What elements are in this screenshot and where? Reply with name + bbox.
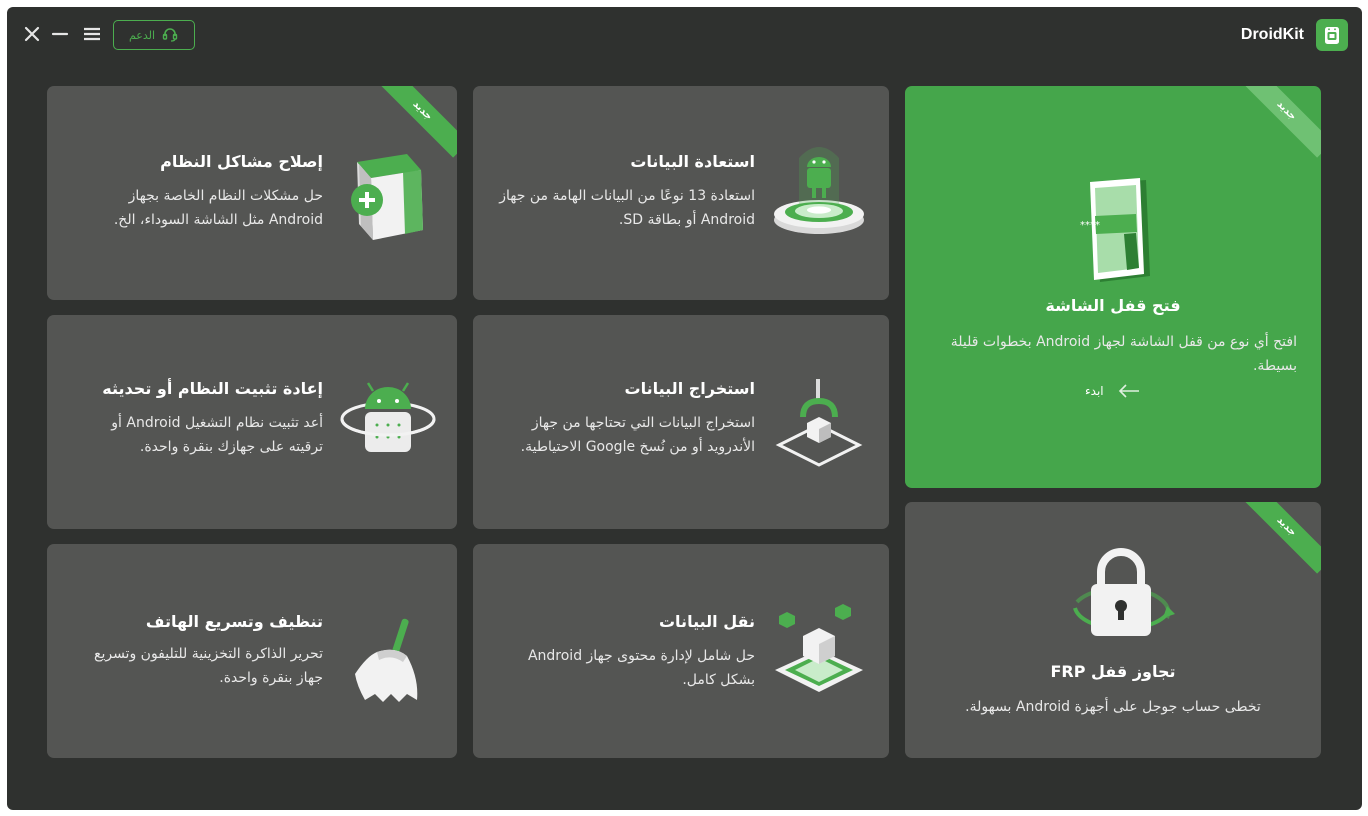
headset-icon (161, 25, 179, 46)
card-data-recovery[interactable]: استعادة البيانات استعادة 13 نوعًا من الب… (473, 86, 889, 300)
claw-extract-icon (773, 377, 867, 473)
android-recovery-icon (771, 142, 869, 246)
padlock-icon (1063, 548, 1179, 652)
app-name: DroidKit (1240, 26, 1304, 43)
card-title: فتح قفل الشاشة (1045, 296, 1181, 315)
card-data-extraction[interactable]: استخراج البيانات استخراج البيانات التي ت… (473, 315, 889, 529)
card-title: نقل البيانات (658, 612, 755, 631)
card-screen-unlock[interactable]: جديد **** فتح قفل الشاشة افتح أي نوع من … (905, 86, 1321, 488)
svg-text:****: **** (1080, 220, 1100, 231)
arrow-left-icon (1118, 384, 1139, 398)
card-system-fix[interactable]: جديد إصلاح مشاكل النظام حل مشكلات النظام… (47, 86, 457, 300)
new-badge: جديد (1239, 86, 1321, 158)
card-data-transfer[interactable]: نقل البيانات حل شامل لإدارة محتوى جهاز A… (473, 544, 889, 758)
support-button[interactable]: الدعم (113, 20, 195, 50)
card-title: استخراج البيانات (624, 379, 755, 398)
card-title: إعادة تثبيت النظام أو تحديثه (102, 379, 323, 398)
card-description: استعادة 13 نوعًا من البيانات الهامة من ج… (499, 188, 755, 228)
card-phone-cleaner[interactable]: تنظيف وتسريع الهاتف تحرير الذاكرة التخزي… (47, 544, 457, 758)
card-description: تحرير الذاكرة التخزينية للتليفون وتسريع … (94, 646, 323, 686)
title-bar: الدعم DroidKit (7, 7, 1362, 67)
card-title: إصلاح مشاكل النظام (160, 152, 323, 171)
support-label: الدعم (128, 28, 156, 42)
card-description: أعد تثبيت نظام التشغيل Android أو ترقيته… (111, 415, 323, 455)
app-window: الدعم DroidKit جديد **** فتح قفل الشاشة … (7, 7, 1362, 810)
android-robot-icon (339, 377, 437, 469)
card-title: تجاوز قفل FRP (1050, 662, 1176, 681)
card-description: حل مشكلات النظام الخاصة بجهاز Android مث… (113, 188, 323, 228)
minimize-icon[interactable] (49, 23, 71, 45)
phone-unlock-icon: **** (1080, 176, 1160, 290)
start-label: ابدء (1085, 384, 1104, 398)
card-description: استخراج البيانات التي تحتاجها من جهاز ال… (520, 415, 755, 455)
new-badge: جديد (1239, 502, 1321, 574)
card-description: حل شامل لإدارة محتوى جهاز Android بشكل ك… (527, 648, 755, 688)
card-description: افتح أي نوع من قفل الشاشة لجهاز Android … (950, 334, 1297, 374)
droidkit-logo-icon (1316, 19, 1348, 51)
card-description: تخطى حساب جوجل على أجهزة Android بسهولة. (965, 699, 1261, 715)
new-badge: جديد (375, 86, 457, 158)
card-frp-bypass[interactable]: جديد تجاوز قفل FRP تخطى حساب جوجل على أج… (905, 502, 1321, 758)
card-reinstall-os[interactable]: إعادة تثبيت النظام أو تحديثه أعد تثبيت ن… (47, 315, 457, 529)
brand: DroidKit (1241, 19, 1348, 51)
menu-icon[interactable] (81, 23, 103, 45)
close-icon[interactable] (21, 23, 43, 45)
card-title: استعادة البيانات (630, 152, 755, 171)
first-aid-kit-icon (347, 148, 427, 244)
card-title: تنظيف وتسريع الهاتف (145, 612, 323, 631)
start-link[interactable]: ابدء (1085, 384, 1140, 398)
data-transfer-cubes-icon (773, 600, 867, 704)
broom-icon (347, 616, 427, 710)
